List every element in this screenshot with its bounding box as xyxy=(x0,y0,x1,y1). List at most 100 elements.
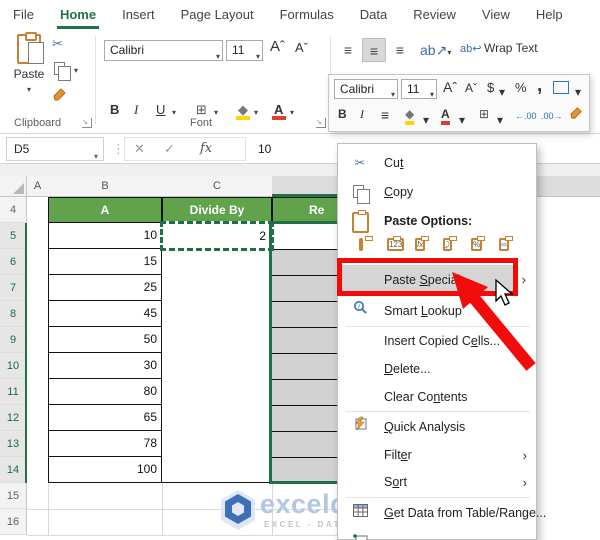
paste-button[interactable]: Paste ▾ xyxy=(8,32,50,114)
row-header-9[interactable]: 9 xyxy=(0,327,27,353)
menu-item-quick-analysis[interactable]: Quick Analysis xyxy=(339,414,535,441)
tab-page-layout[interactable]: Page Layout xyxy=(168,0,267,30)
menu-item-partially-hidden[interactable] xyxy=(339,529,535,540)
row-header-4[interactable]: 4 xyxy=(0,197,27,223)
tab-view[interactable]: View xyxy=(469,0,523,30)
font-dialog-launcher[interactable]: ↘ xyxy=(316,118,326,128)
borders-button[interactable]: ⊞ xyxy=(479,107,489,121)
cell-b13[interactable]: 78 xyxy=(48,431,162,457)
cell-b12[interactable]: 65 xyxy=(48,405,162,431)
bold-button[interactable]: B xyxy=(338,107,347,121)
align-top-button[interactable]: ≡ xyxy=(336,38,360,62)
fill-color-button[interactable]: ◆ xyxy=(405,107,415,125)
formula-bar-value[interactable]: 10 xyxy=(258,137,271,161)
grow-font-button[interactable]: Aˆ xyxy=(443,79,457,95)
row-header-13[interactable]: 13 xyxy=(0,431,27,457)
tab-help[interactable]: Help xyxy=(523,0,576,30)
chevron-down-icon[interactable]: ▾ xyxy=(254,108,258,117)
tab-data[interactable]: Data xyxy=(347,0,400,30)
cancel-icon[interactable]: ✕ xyxy=(134,137,145,161)
increase-decimal-button[interactable]: .00→ xyxy=(541,111,563,121)
chevron-down-icon[interactable]: ▾ xyxy=(172,108,176,117)
chevron-down-icon[interactable]: ▾ xyxy=(497,113,503,127)
enter-icon[interactable]: ✓ xyxy=(164,137,175,161)
tab-file[interactable]: File xyxy=(0,0,47,30)
copy-button[interactable] xyxy=(54,62,71,81)
italic-button[interactable]: I xyxy=(360,107,364,122)
italic-button[interactable]: I xyxy=(134,102,138,118)
mini-font-name-combo[interactable]: Calibri ▾ xyxy=(334,79,398,99)
chevron-down-icon[interactable]: ▾ xyxy=(290,108,294,117)
row-header-16[interactable]: 16 xyxy=(0,509,27,535)
row-header-6[interactable]: 6 xyxy=(0,249,27,275)
align-middle-button[interactable]: ≡ xyxy=(362,38,386,62)
menu-item-insert-copied-cells[interactable]: Insert Copied Cells... xyxy=(339,328,535,355)
wrap-text-button[interactable]: Wrap Text xyxy=(484,41,538,55)
row-header-15[interactable]: 15 xyxy=(0,483,27,509)
cell-b5[interactable]: 10 xyxy=(48,223,162,249)
format-painter-button[interactable] xyxy=(52,86,66,101)
clipboard-dialog-launcher[interactable]: ↘ xyxy=(82,118,92,128)
menu-item-filter[interactable]: Filter › xyxy=(339,442,535,469)
cell-b9[interactable]: 50 xyxy=(48,327,162,353)
tab-formulas[interactable]: Formulas xyxy=(267,0,347,30)
shrink-font-button[interactable]: Aˇ xyxy=(465,81,477,95)
chevron-down-icon[interactable]: ▾ xyxy=(459,113,465,127)
tab-review[interactable]: Review xyxy=(400,0,469,30)
cell-b6[interactable]: 15 xyxy=(48,249,162,275)
menu-item-delete[interactable]: Delete... xyxy=(339,356,535,383)
column-header-c[interactable]: C xyxy=(162,176,272,197)
underline-button[interactable]: U xyxy=(156,102,165,117)
column-header-b[interactable]: B xyxy=(48,176,162,197)
borders-button[interactable]: ⊞ xyxy=(196,102,207,118)
chevron-down-icon[interactable]: ▾ xyxy=(575,85,581,99)
menu-item-get-data-from-table-range[interactable]: Get Data from Table/Range... xyxy=(339,500,546,527)
row-header-11[interactable]: 11 xyxy=(0,379,27,405)
percent-style-button[interactable]: % xyxy=(515,80,527,95)
cell-b11[interactable]: 80 xyxy=(48,379,162,405)
decrease-decimal-button[interactable]: ←.00 xyxy=(515,111,537,121)
chevron-down-icon[interactable]: ▾ xyxy=(423,113,429,127)
table-header-d[interactable]: Re xyxy=(272,197,341,223)
cell-b7[interactable]: 25 xyxy=(48,275,162,301)
row-header-12[interactable]: 12 xyxy=(0,405,27,431)
tab-home[interactable]: Home xyxy=(47,0,109,30)
mini-font-size-combo[interactable]: 11 ▾ xyxy=(401,79,437,99)
chevron-down-icon[interactable]: ▾ xyxy=(499,85,505,99)
shrink-font-button[interactable]: Aˇ xyxy=(295,40,308,55)
cell-b8[interactable]: 45 xyxy=(48,301,162,327)
chevron-down-icon[interactable]: ▾ xyxy=(74,66,78,75)
row-header-14[interactable]: 14 xyxy=(0,457,27,483)
row-header-7[interactable]: 7 xyxy=(0,275,27,301)
menu-item-cut[interactable]: ✂ Cut xyxy=(339,150,535,177)
row-header-10[interactable]: 10 xyxy=(0,353,27,379)
table-header-b[interactable]: A xyxy=(48,197,162,223)
comma-style-button[interactable]: , xyxy=(537,75,542,97)
cut-button[interactable]: ✂ xyxy=(52,36,63,52)
format-painter-button[interactable] xyxy=(569,105,584,123)
paste-formatting-icon[interactable]: % xyxy=(471,236,493,260)
menu-item-clear-contents[interactable]: Clear Contents xyxy=(339,384,535,411)
font-color-button[interactable]: A xyxy=(274,102,283,117)
row-header-8[interactable]: 8 xyxy=(0,301,27,327)
menu-item-smart-lookup[interactable]: i Smart Lookup xyxy=(339,298,535,325)
center-align-button[interactable]: ≡ xyxy=(381,107,389,123)
cell-b10[interactable]: 30 xyxy=(48,353,162,379)
font-name-combo[interactable]: Calibri ▾ xyxy=(104,40,223,61)
paste-values-icon[interactable]: 123 xyxy=(387,236,409,260)
orientation-button[interactable]: ab↗▾ xyxy=(420,38,451,62)
chevron-down-icon[interactable]: ▾ xyxy=(214,108,218,117)
name-box[interactable]: D5 ▾ xyxy=(6,137,104,161)
tab-insert[interactable]: Insert xyxy=(109,0,168,30)
cell-b14[interactable]: 100 xyxy=(48,457,162,483)
paste-formulas-icon[interactable]: fx xyxy=(415,236,437,260)
align-bottom-button[interactable]: ≡ xyxy=(388,38,412,62)
paste-icon[interactable] xyxy=(359,236,381,260)
bold-button[interactable]: B xyxy=(110,102,119,117)
menu-item-copy[interactable]: Copy xyxy=(339,179,535,206)
merge-center-button[interactable] xyxy=(553,81,569,94)
paste-link-icon[interactable]: ∞ xyxy=(499,236,521,260)
insert-function-button[interactable]: fx xyxy=(200,137,212,161)
accounting-format-button[interactable]: $ xyxy=(487,80,494,95)
menu-item-sort[interactable]: Sort › xyxy=(339,469,535,496)
